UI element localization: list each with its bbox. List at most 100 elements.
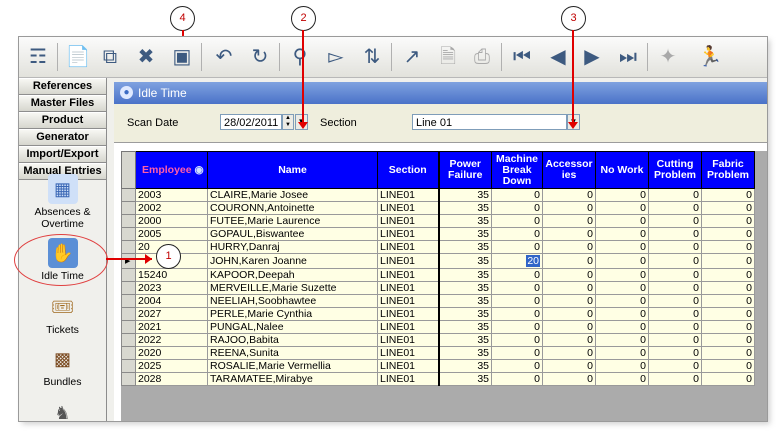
table-cell[interactable]: JOHN,Karen Joanne xyxy=(207,253,378,269)
table-cell[interactable]: 0 xyxy=(648,188,702,202)
table-cell[interactable]: REENA,Sunita xyxy=(207,346,378,360)
table-cell[interactable]: 0 xyxy=(491,268,543,282)
table-cell[interactable]: 0 xyxy=(542,227,596,241)
table-cell[interactable]: 2025 xyxy=(135,359,208,373)
exit-icon[interactable]: 🏃 xyxy=(697,44,723,70)
table-cell[interactable]: 0 xyxy=(701,307,755,321)
table-cell[interactable]: 0 xyxy=(648,320,702,334)
row-selector[interactable] xyxy=(121,307,136,321)
table-cell[interactable]: ROSALIE,Marie Vermellia xyxy=(207,359,378,373)
sidebar-item-bundles[interactable]: ▩ Bundles xyxy=(19,344,106,389)
table-cell[interactable]: 0 xyxy=(648,307,702,321)
table-cell[interactable]: 35 xyxy=(437,359,492,373)
column-header-machine-break-down[interactable]: Machine Break Down xyxy=(491,151,543,189)
table-cell[interactable]: 0 xyxy=(542,294,596,308)
table-cell[interactable]: 0 xyxy=(542,214,596,228)
print-icon[interactable]: ⎙ xyxy=(469,44,495,70)
table-cell[interactable]: NEELIAH,Soobhawtee xyxy=(207,294,378,308)
table-cell[interactable]: 0 xyxy=(542,346,596,360)
table-cell[interactable]: 0 xyxy=(648,201,702,215)
table-cell[interactable]: LINE01 xyxy=(377,188,439,202)
table-row[interactable]: 2005 GOPAUL,Biswantee LINE01 35 0 0 0 0 0 xyxy=(121,227,755,241)
new-document-icon[interactable]: 📄 xyxy=(65,44,91,70)
table-cell[interactable]: 35 xyxy=(437,307,492,321)
employee-picker-icon[interactable]: ◉ xyxy=(195,164,204,176)
table-cell[interactable]: 0 xyxy=(595,333,649,347)
table-cell[interactable]: LINE01 xyxy=(377,346,439,360)
table-cell[interactable]: PERLE,Marie Cynthia xyxy=(207,307,378,321)
table-cell[interactable]: MERVEILLE,Marie Suzette xyxy=(207,281,378,295)
magic-wand-icon[interactable]: ✦ xyxy=(655,44,681,70)
table-cell[interactable]: 0 xyxy=(595,227,649,241)
table-cell[interactable]: 0 xyxy=(542,253,596,269)
table-cell[interactable]: 0 xyxy=(595,268,649,282)
row-selector[interactable] xyxy=(121,281,136,295)
table-cell[interactable]: LINE01 xyxy=(377,372,439,386)
table-cell[interactable]: 0 xyxy=(491,320,543,334)
table-cell[interactable]: 0 xyxy=(491,333,543,347)
table-cell[interactable]: 2020 xyxy=(135,346,208,360)
table-cell[interactable]: 0 xyxy=(542,333,596,347)
table-cell[interactable]: PUNGAL,Nalee xyxy=(207,320,378,334)
table-cell[interactable]: LINE01 xyxy=(377,320,439,334)
table-cell[interactable]: GOPAUL,Biswantee xyxy=(207,227,378,241)
row-selector[interactable] xyxy=(121,333,136,347)
table-cell[interactable]: 35 xyxy=(437,253,492,269)
sidebar-item-more[interactable]: ♞ xyxy=(19,398,106,422)
table-cell[interactable]: 35 xyxy=(437,333,492,347)
table-cell[interactable]: 0 xyxy=(701,372,755,386)
column-header-cutting-problem[interactable]: Cutting Problem xyxy=(648,151,702,189)
row-selector[interactable] xyxy=(121,214,136,228)
table-cell[interactable]: 35 xyxy=(437,201,492,215)
column-header-accessories[interactable]: Accessor ies xyxy=(542,151,596,189)
tree-icon[interactable]: ☶ xyxy=(25,44,51,70)
column-header-no-work[interactable]: No Work xyxy=(595,151,649,189)
preview-icon[interactable]: 🗎 xyxy=(435,44,461,70)
table-cell[interactable]: 35 xyxy=(437,281,492,295)
column-header-fabric-problem[interactable]: Fabric Problem xyxy=(701,151,755,189)
row-selector[interactable]: ▶ xyxy=(121,253,136,269)
table-cell[interactable]: 2021 xyxy=(135,320,208,334)
section-select[interactable]: Line 01 xyxy=(412,114,567,130)
row-selector[interactable] xyxy=(121,294,136,308)
table-cell[interactable]: 2005 xyxy=(135,227,208,241)
table-cell[interactable]: 20 xyxy=(491,253,543,269)
table-cell[interactable]: 0 xyxy=(648,253,702,269)
table-cell[interactable]: 0 xyxy=(595,201,649,215)
table-cell[interactable]: RAJOO,Babita xyxy=(207,333,378,347)
table-cell[interactable]: 0 xyxy=(701,281,755,295)
table-cell[interactable]: 35 xyxy=(437,294,492,308)
scan-date-input[interactable]: 28/02/2011 xyxy=(220,114,282,130)
export-icon[interactable]: ↗ xyxy=(399,44,425,70)
table-row[interactable]: 2000 FUTEE,Marie Laurence LINE01 35 0 0 0 0 0 xyxy=(121,214,755,228)
table-cell[interactable]: 35 xyxy=(437,372,492,386)
row-selector[interactable] xyxy=(121,346,136,360)
table-row[interactable]: ▶ JOHN,Karen Joanne LINE01 35 20 0 0 0 0 xyxy=(121,253,755,269)
table-cell[interactable]: 0 xyxy=(701,320,755,334)
table-cell[interactable]: FUTEE,Marie Laurence xyxy=(207,214,378,228)
table-cell[interactable]: 35 xyxy=(437,188,492,202)
menu-product[interactable]: Product xyxy=(19,112,106,129)
table-row[interactable]: 2028 TARAMATEE,Mirabye LINE01 35 0 0 0 0 0 xyxy=(121,372,755,386)
row-selector[interactable] xyxy=(121,372,136,386)
table-cell[interactable]: 0 xyxy=(595,346,649,360)
table-cell[interactable]: 35 xyxy=(437,214,492,228)
scan-date-spinner[interactable]: ▲ ▼ xyxy=(282,114,294,130)
table-cell[interactable]: LINE01 xyxy=(377,201,439,215)
table-cell[interactable]: 2002 xyxy=(135,201,208,215)
table-cell[interactable]: HURRY,Danraj xyxy=(207,240,378,254)
table-cell[interactable]: 0 xyxy=(595,320,649,334)
table-cell[interactable]: 0 xyxy=(491,188,543,202)
filter-icon[interactable]: ▻ xyxy=(323,44,349,70)
search-icon[interactable]: ⚲ xyxy=(287,44,313,70)
table-cell[interactable]: 0 xyxy=(491,359,543,373)
table-cell[interactable]: 0 xyxy=(542,201,596,215)
table-cell[interactable]: 0 xyxy=(648,346,702,360)
table-cell[interactable]: 2027 xyxy=(135,307,208,321)
table-cell[interactable]: 0 xyxy=(595,359,649,373)
table-row[interactable]: 2004 NEELIAH,Soobhawtee LINE01 35 0 0 0 0 0 xyxy=(121,294,755,308)
table-cell[interactable]: 0 xyxy=(648,268,702,282)
table-cell[interactable]: 0 xyxy=(701,188,755,202)
table-cell[interactable]: 2003 xyxy=(135,188,208,202)
table-cell[interactable]: 2023 xyxy=(135,281,208,295)
